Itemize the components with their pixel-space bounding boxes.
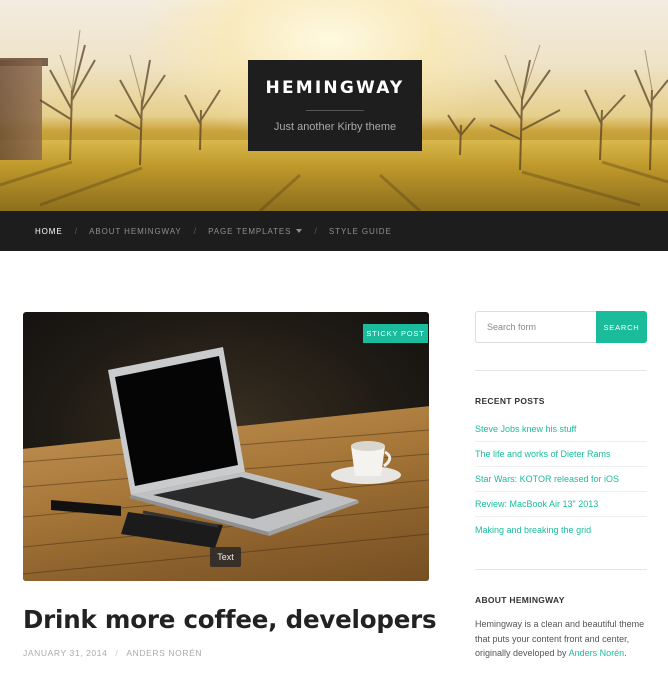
list-item: Star Wars: KOTOR released for iOS bbox=[475, 467, 647, 492]
list-item: Steve Jobs knew his stuff bbox=[475, 417, 647, 442]
recent-post-link[interactable]: Star Wars: KOTOR released for iOS bbox=[475, 474, 619, 484]
caret-down-icon bbox=[296, 229, 303, 233]
recent-post-link[interactable]: Steve Jobs knew his stuff bbox=[475, 424, 576, 434]
recent-posts-list: Steve Jobs knew his stuff The life and w… bbox=[475, 417, 647, 542]
nav-item-home[interactable]: HOME bbox=[35, 227, 63, 236]
post-title[interactable]: Drink more coffee, developers bbox=[23, 605, 443, 634]
nav-item-page-templates[interactable]: PAGE TEMPLATES bbox=[208, 226, 303, 236]
site-title-box: HEMINGWAY Just another Kirby theme bbox=[248, 60, 422, 151]
search-input[interactable] bbox=[475, 311, 597, 343]
nav-item-about-hemingway[interactable]: ABOUT HEMINGWAY bbox=[89, 227, 181, 236]
meta-separator: / bbox=[115, 648, 119, 658]
list-item: The life and works of Dieter Rams bbox=[475, 442, 647, 467]
post-featured-image[interactable] bbox=[23, 312, 429, 581]
header-hero: HEMINGWAY Just another Kirby theme bbox=[0, 0, 668, 211]
recent-post-link[interactable]: The life and works of Dieter Rams bbox=[475, 449, 611, 459]
about-title: ABOUT HEMINGWAY bbox=[475, 595, 565, 605]
post-author[interactable]: ANDERS NORÉN bbox=[126, 648, 202, 658]
recent-post-link[interactable]: Review: MacBook Air 13" 2013 bbox=[475, 499, 598, 509]
post-meta: JANUARY 31, 2014 / ANDERS NORÉN bbox=[23, 648, 202, 658]
nav-separator: / bbox=[193, 226, 197, 236]
nav-item-label: STYLE GUIDE bbox=[328, 226, 392, 236]
nav-item-label: HOME bbox=[35, 226, 63, 236]
nav-separator: / bbox=[314, 226, 317, 236]
laptop-photo-illustration bbox=[23, 347, 429, 575]
about-end: . bbox=[624, 648, 627, 658]
nav-item-style-guide[interactable]: STYLE GUIDE bbox=[329, 227, 392, 236]
recent-posts-title: RECENT POSTS bbox=[475, 396, 545, 406]
nav-item-label: PAGE TEMPLATES bbox=[208, 226, 292, 236]
search-button[interactable]: SEARCH bbox=[596, 311, 647, 343]
title-divider bbox=[306, 110, 364, 111]
nav-separator: / bbox=[74, 226, 78, 236]
sidebar-divider bbox=[475, 569, 647, 570]
image-caption: Text bbox=[210, 547, 241, 567]
list-item: Making and breaking the grid bbox=[475, 517, 647, 542]
sticky-post-badge: STICKY POST bbox=[363, 324, 428, 343]
about-author-link[interactable]: Anders Norén bbox=[569, 648, 625, 658]
about-text: Hemingway is a clean and beautiful theme… bbox=[475, 617, 647, 661]
site-tagline: Just another Kirby theme bbox=[273, 121, 397, 133]
site-title[interactable]: HEMINGWAY bbox=[248, 78, 422, 98]
post-date[interactable]: JANUARY 31, 2014 bbox=[23, 648, 107, 658]
nav-item-label: ABOUT HEMINGWAY bbox=[89, 226, 182, 236]
list-item: Review: MacBook Air 13" 2013 bbox=[475, 492, 647, 517]
main-nav: HOME / ABOUT HEMINGWAY / PAGE TEMPLATES … bbox=[0, 211, 668, 251]
sidebar-divider bbox=[475, 370, 647, 371]
recent-post-link[interactable]: Making and breaking the grid bbox=[475, 525, 591, 535]
